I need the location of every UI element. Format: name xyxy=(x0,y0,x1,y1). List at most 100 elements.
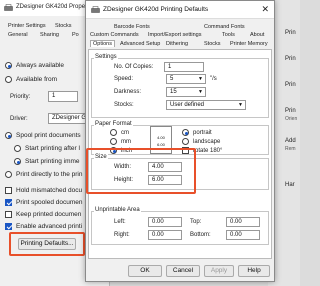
top-value: 0.00 xyxy=(230,219,242,225)
cancel-button[interactable]: Cancel xyxy=(166,265,200,277)
hold-mismatched-checkbox[interactable] xyxy=(5,187,12,194)
driver-label: Driver: xyxy=(10,116,28,122)
copies-label: No. Of Copies: xyxy=(114,64,154,70)
start-after-option[interactable]: Start printing after l xyxy=(14,145,80,152)
unit-mm-label: mm xyxy=(121,138,131,145)
rotate-label: rotate 180° xyxy=(193,147,223,154)
tab-general[interactable]: General xyxy=(8,32,28,38)
priority-spinner[interactable]: 1 xyxy=(48,91,78,102)
keep-printed-checkbox[interactable] xyxy=(5,211,12,218)
always-available-label: Always available xyxy=(16,62,65,69)
landscape-radio[interactable] xyxy=(182,138,189,145)
tab-barcode-fonts[interactable]: Barcode Fonts xyxy=(114,24,150,30)
speed-unit: "/s xyxy=(210,76,217,82)
strip-item-1[interactable]: Prin xyxy=(285,30,296,36)
top-label: Top: xyxy=(190,219,202,225)
strip-item-4[interactable]: Prin xyxy=(285,108,296,114)
size-highlight xyxy=(86,148,196,194)
right-input[interactable]: 0.00 xyxy=(148,230,182,240)
keep-printed-option[interactable]: Keep printed documen xyxy=(5,211,81,218)
portrait-label: portrait xyxy=(193,129,212,136)
tab-ports[interactable]: Po xyxy=(72,32,79,38)
preview-width: 4.00 xyxy=(157,135,165,140)
darkness-select[interactable]: 15 ▼ xyxy=(166,87,206,97)
stocks-label: Stocks: xyxy=(114,102,134,108)
priority-label: Priority: xyxy=(10,94,31,100)
print-direct-option[interactable]: Print directly to the prin xyxy=(5,171,82,178)
left-input[interactable]: 0.00 xyxy=(148,217,182,227)
dialog-titlebar: ZDesigner GK420d Printing Defaults ✕ xyxy=(86,1,274,19)
printing-defaults-dialog: ZDesigner GK420d Printing Defaults ✕ Bar… xyxy=(85,0,275,282)
start-after-radio[interactable] xyxy=(14,145,21,152)
spooled-first-checkbox[interactable] xyxy=(5,199,12,206)
strip-item-5[interactable]: Add xyxy=(285,138,296,144)
spool-option[interactable]: Spool print documents xyxy=(5,132,81,139)
ok-button[interactable]: OK xyxy=(128,265,162,277)
unit-mm-radio[interactable] xyxy=(110,138,117,145)
bottom-label: Bottom: xyxy=(190,232,211,238)
unit-mm-option[interactable]: mm xyxy=(110,138,131,145)
available-from-option[interactable]: Available from xyxy=(5,76,57,83)
start-immediately-radio[interactable] xyxy=(14,158,21,165)
hold-mismatched-label: Hold mismatched docu xyxy=(16,187,83,194)
portrait-radio[interactable] xyxy=(182,129,189,136)
start-immediately-option[interactable]: Start printing imme xyxy=(14,158,80,165)
print-direct-radio[interactable] xyxy=(5,171,12,178)
unit-cm-option[interactable]: cm xyxy=(110,129,129,136)
tab-dithering[interactable]: Dithering xyxy=(166,41,188,47)
tab-printer-memory[interactable]: Printer Memory xyxy=(230,41,268,47)
tab-custom-commands[interactable]: Custom Commands xyxy=(90,32,139,38)
spooled-first-label: Print spooled documen xyxy=(16,199,83,206)
stocks-value: User defined xyxy=(170,102,205,108)
copies-input[interactable]: 1 xyxy=(164,62,204,72)
unit-cm-radio[interactable] xyxy=(110,129,117,136)
top-input[interactable]: 0.00 xyxy=(226,217,260,227)
portrait-option[interactable]: portrait xyxy=(182,129,212,136)
dialog-title: ZDesigner GK420d Printing Defaults xyxy=(103,6,209,13)
strip-item-3[interactable]: Prin xyxy=(285,82,296,88)
left-value: 0.00 xyxy=(152,219,164,225)
advanced-printing-option[interactable]: Enable advanced printi xyxy=(5,223,82,230)
stocks-select[interactable]: User defined ▼ xyxy=(166,100,246,110)
tab-printer-settings[interactable]: Printer Settings xyxy=(8,23,46,29)
right-value: 0.00 xyxy=(152,232,164,238)
spool-radio[interactable] xyxy=(5,132,12,139)
copies-value: 1 xyxy=(168,64,172,70)
available-from-radio[interactable] xyxy=(5,76,12,83)
strip-item-6[interactable]: Har xyxy=(285,182,295,188)
settings-group-label: Settings xyxy=(94,54,118,60)
help-button[interactable]: Help xyxy=(238,265,270,277)
tab-options[interactable]: Options xyxy=(90,40,115,47)
chevron-down-icon: ▼ xyxy=(198,89,203,95)
tab-stocks[interactable]: Stocks xyxy=(204,41,221,47)
tab-import-export[interactable]: Import/Export settings xyxy=(148,32,202,38)
darkness-label: Darkness: xyxy=(114,89,142,95)
tab-about[interactable]: About xyxy=(250,32,264,38)
left-label: Left: xyxy=(114,219,126,225)
tab-advanced-setup[interactable]: Advanced Setup xyxy=(120,41,160,47)
always-available-radio[interactable] xyxy=(5,62,12,69)
right-label: Right: xyxy=(114,232,130,238)
printing-defaults-highlight xyxy=(9,232,85,256)
preview-height: 6.00 xyxy=(157,142,165,147)
spooled-first-option[interactable]: Print spooled documen xyxy=(5,199,83,206)
bottom-input[interactable]: 0.00 xyxy=(226,230,260,240)
advanced-printing-label: Enable advanced printi xyxy=(16,223,83,230)
landscape-label: landscape xyxy=(193,138,221,145)
close-icon[interactable]: ✕ xyxy=(261,4,269,15)
apply-button[interactable]: Apply xyxy=(204,265,234,277)
bottom-value: 0.00 xyxy=(230,232,242,238)
tab-stocks[interactable]: Stocks xyxy=(55,23,72,29)
tab-command-fonts[interactable]: Command Fonts xyxy=(204,24,245,30)
strip-item-2[interactable]: Prin xyxy=(285,56,296,62)
speed-select[interactable]: 5 ▼ xyxy=(166,74,206,84)
advanced-printing-checkbox[interactable] xyxy=(5,223,12,230)
landscape-option[interactable]: landscape xyxy=(182,138,220,145)
always-available-option[interactable]: Always available xyxy=(5,62,64,69)
strip-sub-2: Rem xyxy=(285,146,296,152)
tab-sharing[interactable]: Sharing xyxy=(40,32,59,38)
available-from-label: Available from xyxy=(16,76,58,83)
unit-cm-label: cm xyxy=(121,129,129,136)
tab-tools[interactable]: Tools xyxy=(222,32,235,38)
hold-mismatched-option[interactable]: Hold mismatched docu xyxy=(5,187,82,194)
